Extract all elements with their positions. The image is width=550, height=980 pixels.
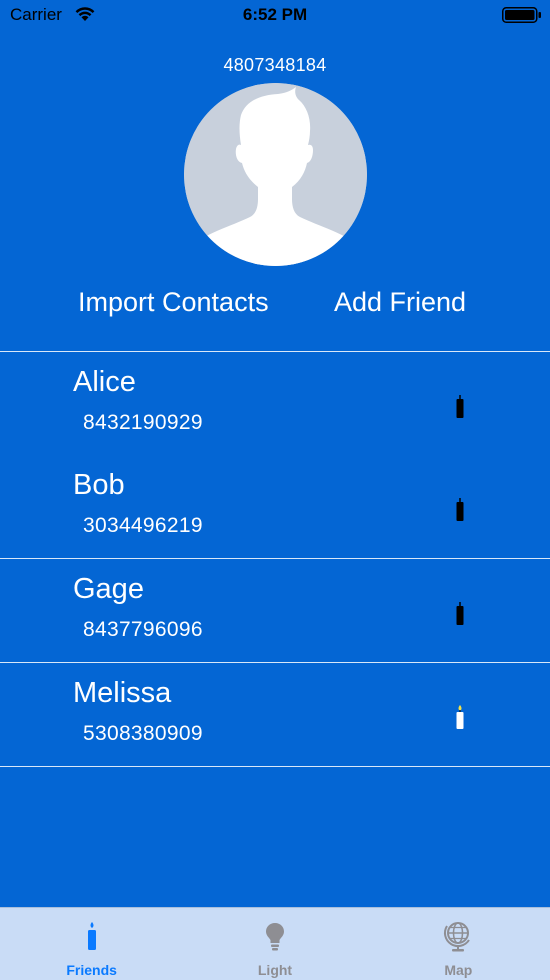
- unlit-candle-icon: [456, 395, 464, 418]
- friend-row-bob[interactable]: Bob 3034496219: [0, 455, 550, 558]
- my-phone-number: 4807348184: [223, 55, 327, 75]
- status-time: 6:52 PM: [242, 5, 308, 24]
- add-friend-button[interactable]: Add Friend: [334, 287, 466, 318]
- friend-row-melissa[interactable]: Melissa 5308380909: [0, 663, 550, 766]
- tab-label: Friends: [66, 962, 117, 978]
- lightbulb-icon: [265, 923, 284, 951]
- status-bar: Carrier 6:52 PM: [0, 0, 550, 30]
- friend-phone: 8432190929: [83, 411, 203, 434]
- tab-map[interactable]: Map: [367, 908, 550, 980]
- tab-label: Map: [444, 962, 473, 978]
- friends-section: Alice 8432190929 Bob 3034496219: [0, 352, 550, 559]
- unlit-candle-icon: [456, 602, 464, 625]
- friends-list: Alice 8432190929 Bob 3034496219 Gage 843…: [0, 351, 550, 767]
- friends-section: Melissa 5308380909: [0, 663, 550, 767]
- friend-name: Melissa: [73, 677, 172, 709]
- friend-row-gage[interactable]: Gage 8437796096: [0, 559, 550, 662]
- candle-icon: [87, 922, 96, 950]
- friend-name: Gage: [73, 573, 144, 605]
- person-silhouette-icon: [184, 83, 367, 266]
- tab-bar: Friends Light Map: [0, 907, 550, 980]
- friend-phone: 8437796096: [83, 618, 203, 641]
- avatar[interactable]: [184, 83, 367, 266]
- tab-light[interactable]: Light: [183, 908, 366, 980]
- globe-icon: [444, 922, 471, 952]
- friends-section: Gage 8437796096: [0, 559, 550, 663]
- battery-icon: [502, 7, 541, 23]
- friend-row-alice[interactable]: Alice 8432190929: [0, 352, 550, 455]
- import-contacts-button[interactable]: Import Contacts: [78, 287, 269, 318]
- friend-phone: 5308380909: [83, 722, 203, 745]
- unlit-candle-icon: [456, 498, 464, 521]
- lit-candle-icon: [456, 705, 464, 729]
- tab-friends[interactable]: Friends: [0, 908, 183, 980]
- friend-name: Alice: [73, 366, 136, 398]
- friend-phone: 3034496219: [83, 514, 203, 537]
- tab-label: Light: [257, 962, 293, 978]
- friend-name: Bob: [73, 469, 125, 501]
